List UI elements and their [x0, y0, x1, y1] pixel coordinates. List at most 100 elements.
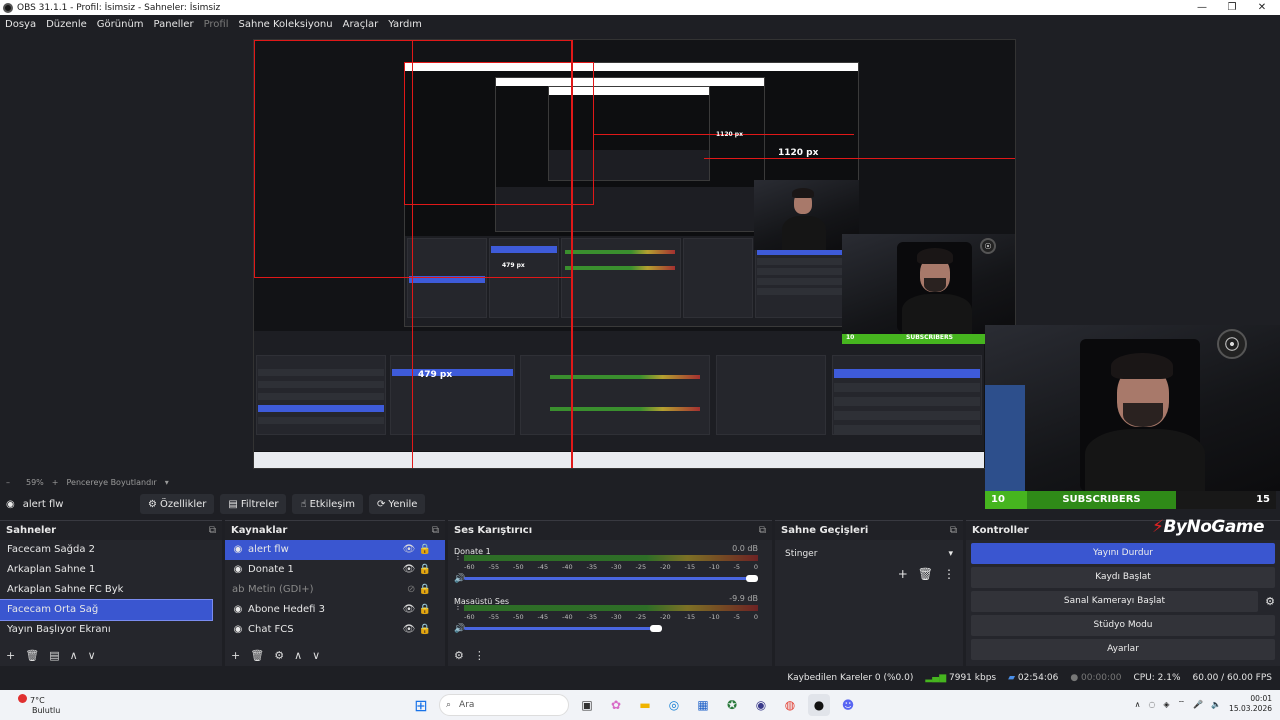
network-icon[interactable]: ◈ [1163, 700, 1169, 709]
zoom-dropdown-icon[interactable]: ▾ [165, 478, 169, 487]
trash-icon[interactable]: 🗑 [25, 649, 39, 662]
add-icon[interactable]: + [231, 649, 240, 662]
trash-icon[interactable]: 🗑 [250, 649, 264, 662]
source-item[interactable]: ◉ Abone Hedefi 3 👁 🔒 [225, 600, 445, 620]
stop-streaming-button[interactable]: Yayını Durdur [971, 543, 1275, 564]
filter-icon: ▤ [228, 498, 238, 510]
chevron-down-icon[interactable]: ∨ [88, 649, 96, 662]
volume-knob[interactable] [650, 625, 662, 632]
chevron-down-icon[interactable]: ∨ [312, 649, 320, 662]
close-button[interactable]: ✕ [1247, 0, 1277, 15]
zoom-fit-label[interactable]: Pencereye Boyutlandır [66, 478, 156, 487]
gear-icon[interactable]: ⚙ [1260, 595, 1280, 608]
clock[interactable]: 00:01 15.03.2026 [1229, 694, 1272, 714]
gear-icon[interactable]: ⚙ [454, 649, 464, 662]
windows-start-icon[interactable]: ⊞ [410, 694, 432, 716]
menu-profile[interactable]: Profil [199, 19, 234, 30]
task-view-icon[interactable]: ▣ [576, 694, 598, 716]
chevron-up-icon[interactable]: ∧ [1135, 700, 1141, 709]
lock-icon[interactable]: 🔒 [419, 624, 431, 635]
chrome-icon[interactable]: ◍ [779, 694, 801, 716]
channel-db: -9.9 dB [729, 594, 758, 603]
lock-icon[interactable]: 🔒 [419, 544, 431, 555]
filters-button[interactable]: ▤ Filtreler [220, 494, 287, 514]
start-recording-button[interactable]: Kaydı Başlat [971, 567, 1275, 588]
zoom-level[interactable]: 59% [26, 478, 44, 487]
lock-icon[interactable]: 🔒 [419, 564, 431, 575]
chevron-up-icon[interactable]: ∧ [70, 649, 78, 662]
scene-item-selected[interactable]: Facecam Orta Sağ [0, 599, 213, 621]
settings-button[interactable]: Ayarlar [971, 639, 1275, 660]
filter-icon[interactable]: ▤ [49, 649, 59, 662]
gear-icon: ⚙ [148, 498, 157, 510]
eye-icon[interactable]: 👁 [403, 564, 416, 575]
volume-icon[interactable]: 🔈 [1211, 700, 1221, 709]
maximize-button[interactable]: ❐ [1217, 0, 1247, 15]
menu-dots-icon[interactable]: ⋮ [474, 649, 485, 662]
menu-docks[interactable]: Paneller [149, 19, 199, 30]
menu-scene-collection[interactable]: Sahne Koleksiyonu [234, 19, 338, 30]
edge-icon[interactable]: ◎ [663, 694, 685, 716]
source-item[interactable]: ◉ Chat FCS 👁 🔒 [225, 620, 445, 640]
minimize-button[interactable]: — [1187, 0, 1217, 15]
trash-icon[interactable]: 🗑 [918, 567, 933, 581]
transition-select[interactable]: Stinger ▾ [781, 545, 957, 563]
interact-button[interactable]: ☝ Etkileşim [292, 494, 364, 514]
weather-widget[interactable]: 7°C Bulutlu [18, 694, 60, 716]
app-icon[interactable]: ◉ [750, 694, 772, 716]
scene-item[interactable]: Arkaplan Sahne 1 [0, 560, 222, 580]
volume-slider[interactable] [464, 577, 758, 580]
chevron-up-icon[interactable]: ∧ [294, 649, 302, 662]
tray-app-icon[interactable]: ◌ [1148, 700, 1155, 709]
source-item-hidden[interactable]: ab Metin (GDI+) ⊘ 🔒 [225, 580, 445, 600]
zoom-bar: – 59% + Pencereye Boyutlandır ▾ [0, 475, 1280, 489]
eye-off-icon[interactable]: ⊘ [407, 584, 415, 595]
volume-knob[interactable] [746, 575, 758, 582]
dock-float-icon[interactable]: ⧉ [209, 521, 216, 540]
xbox-icon[interactable]: ✪ [721, 694, 743, 716]
scene-item[interactable]: Arkaplan Sahne FC Byk [0, 580, 222, 600]
menu-help[interactable]: Yardım [383, 19, 427, 30]
menu-tools[interactable]: Araçlar [338, 19, 384, 30]
dock-float-icon[interactable]: ⧉ [950, 521, 957, 540]
file-explorer-icon[interactable]: ▬ [634, 694, 656, 716]
source-item-selected[interactable]: ◉ alert flw 👁 🔒 [225, 540, 445, 560]
add-icon[interactable]: + [6, 649, 15, 662]
preview-canvas[interactable]: 1120 px 1120 px 479 px 479 px 10 SUBSCRI… [253, 39, 1016, 469]
menu-file[interactable]: Dosya [0, 19, 41, 30]
refresh-button[interactable]: ⟳ Yenile [369, 494, 426, 514]
source-item[interactable]: ◉ Donate 1 👁 🔒 [225, 560, 445, 580]
zoom-plus-icon[interactable]: + [52, 478, 59, 487]
eye-icon[interactable]: 👁 [403, 544, 416, 555]
scene-item[interactable]: Yayın Başlıyor Ekranı [0, 620, 222, 640]
volume-slider[interactable] [464, 627, 662, 630]
scene-item[interactable]: Facecam Sağda 2 [0, 540, 222, 560]
discord-icon[interactable]: ☻ [837, 694, 859, 716]
store-icon[interactable]: ▦ [692, 694, 714, 716]
lock-icon[interactable]: 🔒 [419, 584, 431, 595]
zoom-minus-icon[interactable]: – [6, 478, 10, 487]
dock-float-icon[interactable]: ⧉ [759, 521, 766, 540]
menu-view[interactable]: Görünüm [92, 19, 149, 30]
gear-icon[interactable]: ⚙ [274, 649, 284, 662]
eye-icon[interactable]: 👁 [403, 624, 416, 635]
add-icon[interactable]: + [898, 567, 908, 581]
lock-icon[interactable]: 🔒 [419, 604, 431, 615]
properties-button[interactable]: ⚙ Özellikler [140, 494, 215, 514]
taskbar-search[interactable]: ⌕ Ara [439, 694, 569, 716]
eye-icon[interactable]: 👁 [403, 604, 416, 615]
menu-dots-icon[interactable]: ⋮ [454, 552, 462, 561]
obs-taskbar-icon[interactable]: ● [808, 694, 830, 716]
start-virtual-camera-button[interactable]: Sanal Kamerayı Başlat [971, 591, 1258, 612]
preview-area[interactable]: 1120 px 1120 px 479 px 479 px 10 SUBSCRI… [0, 33, 1280, 491]
menu-edit[interactable]: Düzenle [41, 19, 92, 30]
signal-icon: ▂▄▆ [925, 673, 947, 683]
microphone-icon[interactable]: 🎤 [1193, 700, 1203, 709]
wifi-icon[interactable]: ⌔ [1178, 699, 1186, 709]
menu-dots-icon[interactable]: ⋮ [454, 602, 462, 611]
copilot-icon[interactable]: ✿ [605, 694, 627, 716]
studio-mode-button[interactable]: Stüdyo Modu [971, 615, 1275, 636]
menu-dots-icon[interactable]: ⋮ [943, 567, 955, 581]
refresh-icon: ⟳ [377, 498, 386, 510]
dock-float-icon[interactable]: ⧉ [432, 521, 439, 540]
